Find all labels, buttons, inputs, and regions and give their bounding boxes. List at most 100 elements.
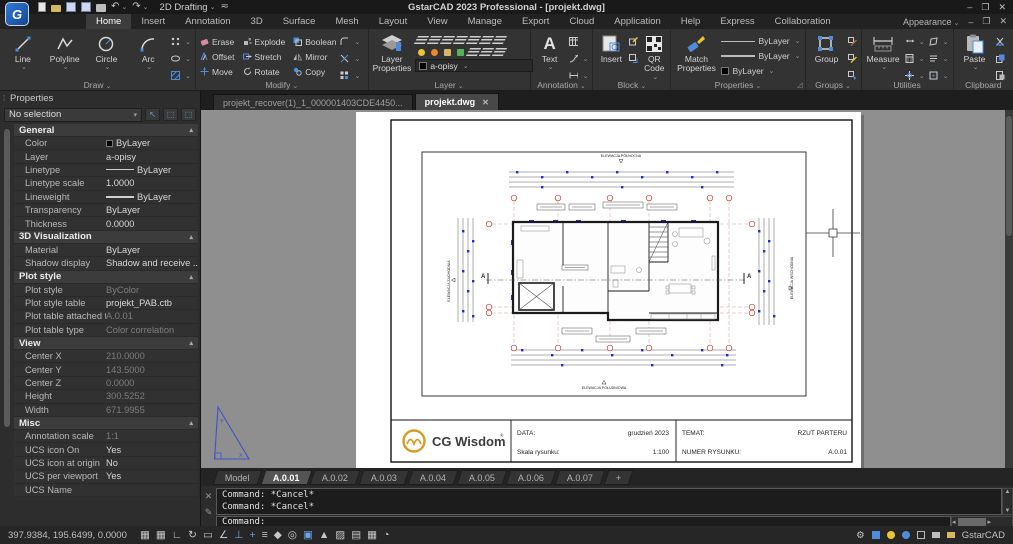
select-objects-icon[interactable]: ⬚ <box>163 108 178 121</box>
panel-label-block[interactable]: Block <box>593 80 670 90</box>
ortho-toggle-icon[interactable]: ∟ <box>172 529 182 541</box>
arc-button[interactable]: Arc <box>129 32 167 72</box>
save-as-icon[interactable] <box>81 2 91 12</box>
layer-tool-icon[interactable] <box>492 48 507 56</box>
selection-cycling-icon[interactable]: ◎ <box>288 529 297 541</box>
doc-restore-button[interactable]: ❐ <box>982 16 990 27</box>
group-button[interactable]: Group <box>810 32 844 64</box>
panel-label-properties[interactable]: Properties <box>671 80 804 90</box>
quick-select-icon[interactable]: ⬚ <box>181 108 196 121</box>
layer-lock-icon[interactable] <box>444 49 451 56</box>
transparency-toggle-icon[interactable]: ◆ <box>274 529 282 541</box>
layout-tab-a005[interactable]: A.0.05 <box>457 470 508 485</box>
section-plot-style[interactable]: Plot style▴ <box>14 271 198 284</box>
fillet-icon[interactable] <box>340 34 360 49</box>
prop-row[interactable]: MaterialByLayer <box>14 244 198 257</box>
measure-button[interactable]: Measure <box>866 32 901 72</box>
restore-button[interactable]: ❐ <box>981 2 989 13</box>
line-button[interactable]: Line <box>4 32 42 72</box>
lineweight-toggle-icon[interactable]: ≡ <box>262 529 268 541</box>
ellipse-icon[interactable] <box>171 51 191 66</box>
layer-properties-button[interactable]: Layer Properties <box>373 32 412 74</box>
color-dropdown[interactable]: ByLayer <box>721 64 800 78</box>
bulb-icon[interactable] <box>887 531 895 539</box>
drawing-canvas[interactable]: CG Wisdom ® DATA: grudzień 2023 Skala ry… <box>201 110 1005 468</box>
tab-insert[interactable]: Insert <box>131 14 175 29</box>
tab-help[interactable]: Help <box>671 14 711 29</box>
polyline-button[interactable]: Polyline <box>46 32 84 72</box>
copy-button[interactable]: Copy <box>293 64 336 79</box>
plot-icon[interactable] <box>96 4 106 12</box>
dynamic-input-icon[interactable]: ▣ <box>303 529 313 541</box>
autoscale-icon[interactable]: ▨ <box>335 529 345 541</box>
feedback-icon[interactable] <box>902 531 910 539</box>
lineweight-dropdown[interactable]: ByLayer <box>721 49 800 63</box>
move-button[interactable]: Move <box>200 64 235 79</box>
minimize-button[interactable]: – <box>967 2 972 13</box>
annotation-scale-icon[interactable]: ▤ <box>351 529 361 541</box>
layout-tab-a006[interactable]: A.0.06 <box>506 470 557 485</box>
close-command-icon[interactable]: ✕ <box>205 491 213 502</box>
panel-label-utilities[interactable]: Utilities <box>862 80 953 90</box>
prop-row[interactable]: Layera-opisy <box>14 150 198 163</box>
layout-tab-a003[interactable]: A.0.03 <box>359 470 410 485</box>
prop-row[interactable]: UCS Name <box>14 484 198 497</box>
command-history[interactable]: Command: *Cancel*Command: *Cancel* <box>216 488 1002 515</box>
layout-tab-a002[interactable]: A.0.02 <box>310 470 361 485</box>
doc-close-button[interactable]: ✕ <box>999 16 1007 27</box>
cut-icon[interactable] <box>996 34 1005 49</box>
trim-icon[interactable] <box>340 51 360 66</box>
area-icon[interactable] <box>929 34 949 49</box>
qat-customize-icon[interactable]: ≂ <box>220 2 228 12</box>
appearance-dropdown[interactable]: Appearance <box>903 17 959 27</box>
ungroup-icon[interactable] <box>848 34 857 49</box>
app-logo-icon[interactable]: G <box>5 2 29 26</box>
polar-toggle-icon[interactable]: ↻ <box>188 529 197 541</box>
scroll-down-icon[interactable]: ▼ <box>1005 508 1011 514</box>
workspace-dropdown[interactable]: 2D Drafting <box>160 2 216 13</box>
fullscreen-icon[interactable] <box>917 531 925 539</box>
rotate-button[interactable]: Rotate <box>243 64 286 79</box>
prop-row[interactable]: Thickness0.0000 <box>14 217 198 230</box>
tab-3d[interactable]: 3D <box>241 14 273 29</box>
layer-tool-icon[interactable] <box>492 36 507 44</box>
angle-snap-icon[interactable]: ∠ <box>219 529 228 541</box>
tab-cloud[interactable]: Cloud <box>559 14 604 29</box>
panel-label-modify[interactable]: Modify <box>196 80 368 90</box>
palette-scrollbar[interactable] <box>4 129 10 427</box>
tab-view[interactable]: View <box>417 14 457 29</box>
tab-home[interactable]: Home <box>86 14 131 29</box>
list-icon[interactable] <box>929 51 949 66</box>
isometric-toggle-icon[interactable]: ▭ <box>203 529 213 541</box>
leader-icon[interactable] <box>569 51 589 66</box>
calculator-icon[interactable] <box>905 51 925 66</box>
explode-button[interactable]: Explode <box>243 34 286 49</box>
layout-tab-a007[interactable]: A.0.07 <box>555 470 606 485</box>
panel-label-groups[interactable]: Groups <box>806 80 861 90</box>
selection-dropdown[interactable]: No selection▾ <box>4 108 142 122</box>
tab-collaboration[interactable]: Collaboration <box>765 14 841 29</box>
close-tab-icon[interactable]: ✕ <box>482 98 489 107</box>
printer-icon[interactable] <box>932 532 940 538</box>
canvas-scrollbar[interactable] <box>1005 110 1013 468</box>
command-vscrollbar[interactable]: ▲ ▼ <box>1002 488 1013 515</box>
scroll-right-icon[interactable]: ▸ <box>988 518 992 526</box>
prop-row[interactable]: LinetypeByLayer <box>14 164 198 177</box>
copy-clip-icon[interactable] <box>996 51 1005 66</box>
grid-toggle-icon[interactable]: ▦ <box>140 529 150 541</box>
block-edit-icon[interactable] <box>629 34 638 49</box>
scroll-left-icon[interactable]: ◂ <box>952 518 956 526</box>
new-layout-button[interactable]: + <box>604 470 634 485</box>
doc-tab-recover[interactable]: projekt_recover(1)_1_000001403CDE4450... <box>213 94 413 110</box>
section-misc[interactable]: Misc▴ <box>14 417 198 430</box>
boolean-button[interactable]: Boolean <box>293 34 336 49</box>
linetype-dropdown[interactable]: ByLayer <box>721 34 800 48</box>
gear-icon[interactable]: ⚙ <box>856 530 865 541</box>
section-3d-visualization[interactable]: 3D Visualization▴ <box>14 231 198 244</box>
toggle-pickadd-icon[interactable]: ↖ <box>145 108 160 121</box>
dialog-launcher-icon[interactable]: ◿ <box>797 81 802 89</box>
offset-button[interactable]: Offset <box>200 49 235 64</box>
circle-button[interactable]: Circle <box>88 32 126 72</box>
tab-export[interactable]: Export <box>512 14 559 29</box>
text-button[interactable]: A Text <box>535 32 565 72</box>
